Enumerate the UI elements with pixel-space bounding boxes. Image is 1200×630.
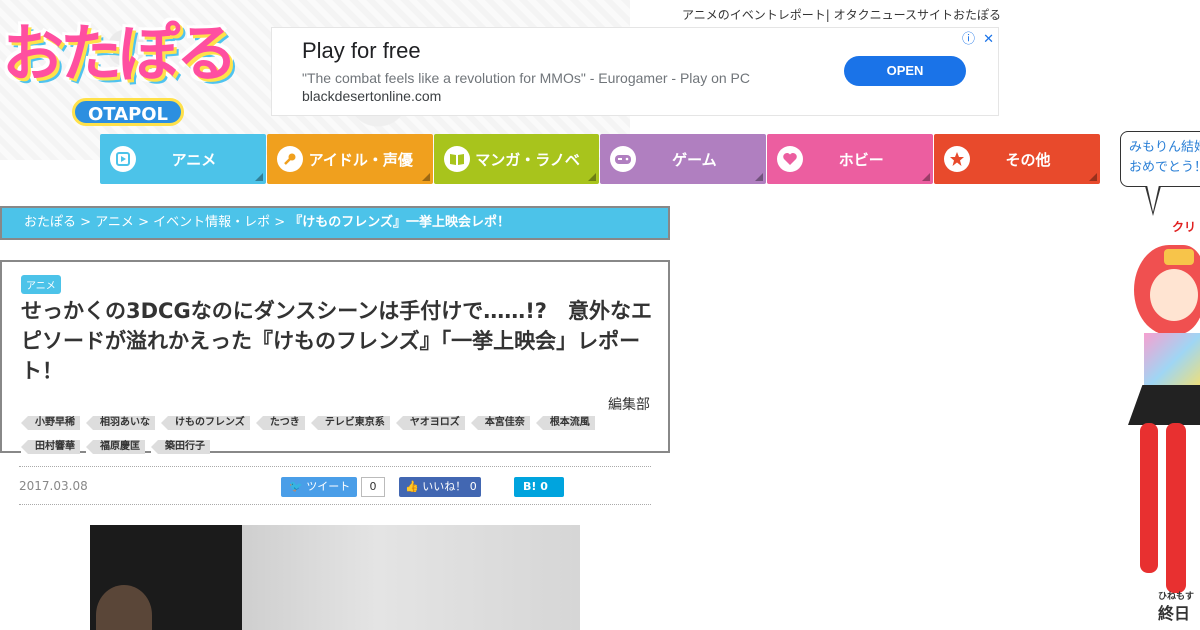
- tweet-count: 0: [361, 477, 385, 497]
- article-headline: せっかくの3DCGなのにダンスシーンは手付けで……!? 意外なエピソードが溢れか…: [21, 299, 652, 383]
- tag-item[interactable]: 相羽あいな: [86, 416, 155, 430]
- breadcrumb-current: 『けものフレンズ』一挙上映会レポ！: [289, 215, 511, 230]
- tag-item[interactable]: 小野早稀: [21, 416, 80, 430]
- logo-subtext: OTAPOL: [72, 98, 184, 126]
- breadcrumb-separator: >: [270, 215, 290, 230]
- star-icon: [944, 146, 971, 172]
- corner-marker: [254, 173, 263, 181]
- ad-controls: ⓘ ✕: [958, 28, 994, 47]
- breadcrumb: おたぽる > アニメ > イベント情報・レポ > 『けものフレンズ』一挙上映会レ…: [0, 206, 670, 240]
- main-nav: アニメ アイドル・声優 マンガ・ラノベ ゲーム ホビー その他: [100, 134, 1100, 184]
- tag-item[interactable]: 根本流風: [535, 416, 595, 430]
- ad-description: "The combat feels like a revolution for …: [302, 70, 750, 86]
- tag-list: 小野早稀 相羽あいな けものフレンズ たつき テレビ東京系 ヤオヨロズ 本宮佳奈…: [21, 416, 641, 464]
- character-caption-big: 終日: [1158, 604, 1191, 623]
- category-badge[interactable]: アニメ: [21, 275, 61, 294]
- character-crown: [1164, 249, 1194, 265]
- hatena-count: 0: [540, 480, 548, 493]
- info-icon[interactable]: ⓘ: [962, 32, 975, 47]
- character-body: [1144, 333, 1200, 393]
- corner-marker: [588, 173, 597, 181]
- tag-item[interactable]: けものフレンズ: [161, 416, 250, 430]
- ad-open-button[interactable]: OPEN: [844, 56, 966, 86]
- breadcrumb-separator: >: [133, 215, 154, 230]
- hatena-icon: B!: [523, 480, 537, 493]
- corner-marker: [755, 173, 764, 181]
- character-skirt: [1128, 385, 1200, 425]
- site-logo[interactable]: おたぽる OTAPOL: [2, 6, 260, 126]
- character-face: [1150, 269, 1198, 321]
- like-label: いいね！: [422, 480, 467, 493]
- breadcrumb-link-event[interactable]: イベント情報・レポ: [153, 215, 270, 230]
- site-tagline[interactable]: アニメのイベントレポート| オタクニュースサイトおたぽる: [682, 6, 1001, 23]
- tag-item[interactable]: 本宮佳奈: [470, 416, 530, 430]
- tag-item[interactable]: たつき: [255, 416, 305, 430]
- ad-banner[interactable]: Play for free "The combat feels like a r…: [271, 27, 999, 116]
- nav-item-manga[interactable]: マンガ・ラノベ: [433, 134, 600, 184]
- breadcrumb-link-anime[interactable]: アニメ: [95, 215, 134, 230]
- corner-marker: [1088, 173, 1097, 181]
- thumbs-up-icon: 👍: [405, 480, 423, 493]
- publish-date: 2017.03.08: [19, 479, 88, 493]
- character-red-text: クリ: [1172, 220, 1197, 234]
- tag-item[interactable]: ヤオヨロズ: [395, 416, 465, 430]
- article-photo: [90, 525, 580, 630]
- breadcrumb-separator: >: [76, 215, 96, 230]
- character-leg: [1140, 423, 1158, 573]
- tag-item[interactable]: 築田行子: [151, 440, 210, 454]
- logo-text: おたぽる: [2, 17, 238, 90]
- nav-item-anime[interactable]: アニメ: [100, 134, 266, 184]
- article-meta: 2017.03.08 🐦 ツイート 0 👍 いいね！ 0 B! 0: [19, 466, 651, 505]
- ad-title[interactable]: Play for free: [302, 38, 421, 64]
- mascot-character[interactable]: [1120, 235, 1200, 593]
- book-icon: [443, 146, 470, 172]
- hatena-bookmark-button[interactable]: B! 0: [514, 477, 564, 497]
- tag-item[interactable]: 福原慶匡: [86, 440, 145, 454]
- twitter-icon: 🐦: [289, 480, 307, 493]
- speech-bubble[interactable]: みもりん結婚おめでとう！: [1120, 131, 1200, 187]
- breadcrumb-link-home[interactable]: おたぽる: [24, 215, 76, 230]
- tag-item[interactable]: テレビ東京系: [310, 416, 390, 430]
- play-icon: [110, 146, 136, 172]
- photo-wall: [242, 525, 580, 630]
- nav-item-other[interactable]: その他: [934, 134, 1100, 184]
- nav-item-game[interactable]: ゲーム: [600, 134, 767, 184]
- tweet-label: ツイート: [306, 480, 351, 493]
- ad-url[interactable]: blackdesertonline.com: [302, 88, 441, 104]
- microphone-icon: [276, 146, 303, 172]
- tweet-button[interactable]: 🐦 ツイート: [281, 477, 357, 497]
- facebook-like-button[interactable]: 👍 いいね！ 0: [399, 477, 481, 497]
- article-author[interactable]: 編集部: [608, 394, 650, 414]
- nav-item-hobby[interactable]: ホビー: [767, 134, 934, 184]
- page: おたぽる OTAPOL アニメのイベントレポート| オタクニュースサイトおたぽる…: [0, 0, 1200, 630]
- character-leg: [1166, 423, 1186, 593]
- speech-bubble-tail-inner: [1147, 185, 1159, 212]
- nav-item-idol[interactable]: アイドル・声優: [266, 134, 433, 184]
- corner-marker: [421, 173, 430, 181]
- tag-item[interactable]: 田村響華: [21, 440, 80, 454]
- article-header: アニメ せっかくの3DCGなのにダンスシーンは手付けで……!? 意外なエピソード…: [0, 260, 670, 454]
- like-count: 0: [469, 480, 477, 493]
- close-icon[interactable]: ✕: [983, 32, 994, 47]
- corner-marker: [922, 173, 931, 181]
